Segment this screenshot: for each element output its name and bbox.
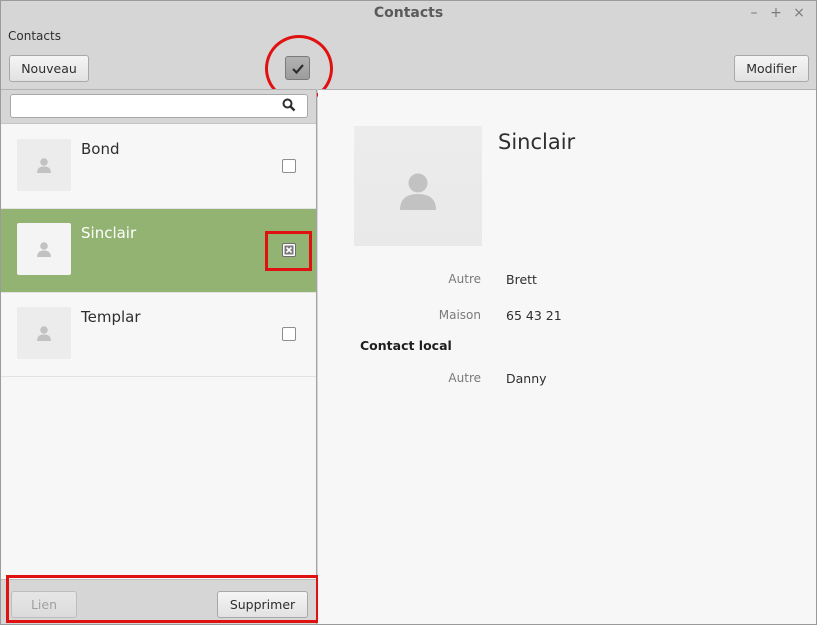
contact-detail-pane: Sinclair Autre Brett Maison 65 43 21 Con… [318,89,816,624]
contact-name: Sinclair [81,224,137,242]
person-icon [37,326,51,341]
contact-item-sinclair[interactable]: Sinclair [1,209,316,293]
contact-item-bond[interactable]: Bond [1,125,316,209]
detail-field: Autre Brett [318,272,816,292]
detail-field: Maison 65 43 21 [318,308,816,328]
selection-action-bar: Lien Supprimer [1,579,316,624]
person-icon [37,158,51,173]
field-label: Autre [448,272,481,286]
contact-item-templar[interactable]: Templar [1,293,316,377]
title-bar: Contacts – + × [1,1,816,27]
search-icon [282,98,296,112]
contact-name: Bond [81,140,120,158]
field-value: 65 43 21 [506,308,562,323]
avatar [17,223,71,275]
search-input[interactable] [10,94,308,118]
field-label: Maison [438,308,481,322]
contacts-window: Contacts – + × Contacts Nouveau Modifier [0,0,817,625]
contact-name: Templar [81,308,141,326]
maximize-icon[interactable]: + [767,4,785,22]
checkmark-icon [292,64,304,74]
minimize-icon[interactable]: – [745,4,763,22]
avatar [17,139,71,191]
selection-mode-button[interactable] [285,56,310,80]
new-contact-button[interactable]: Nouveau [9,55,89,82]
contact-list-pane: Bond Sinclair Templar Lien Supprimer [1,89,319,624]
contact-detail-name: Sinclair [498,130,576,154]
close-icon[interactable]: × [790,4,808,22]
person-icon [37,242,51,257]
checked-x-icon [284,245,294,255]
search-bar [1,90,316,124]
field-value: Danny [506,371,547,386]
contact-list: Bond Sinclair Templar [1,125,316,377]
delete-button[interactable]: Supprimer [217,591,308,618]
contact-checkbox[interactable] [282,243,296,257]
field-label: Autre [448,371,481,385]
field-value: Brett [506,272,537,287]
contact-checkbox[interactable] [282,159,296,173]
avatar [17,307,71,359]
person-icon [400,173,436,210]
app-menu[interactable]: Contacts [8,29,61,43]
link-button[interactable]: Lien [11,591,77,618]
contact-checkbox[interactable] [282,327,296,341]
window-title: Contacts [373,5,444,21]
detail-field: Autre Danny [318,371,816,391]
section-title: Contact local [360,338,452,353]
edit-contact-button[interactable]: Modifier [734,55,809,82]
contact-avatar [354,126,482,246]
